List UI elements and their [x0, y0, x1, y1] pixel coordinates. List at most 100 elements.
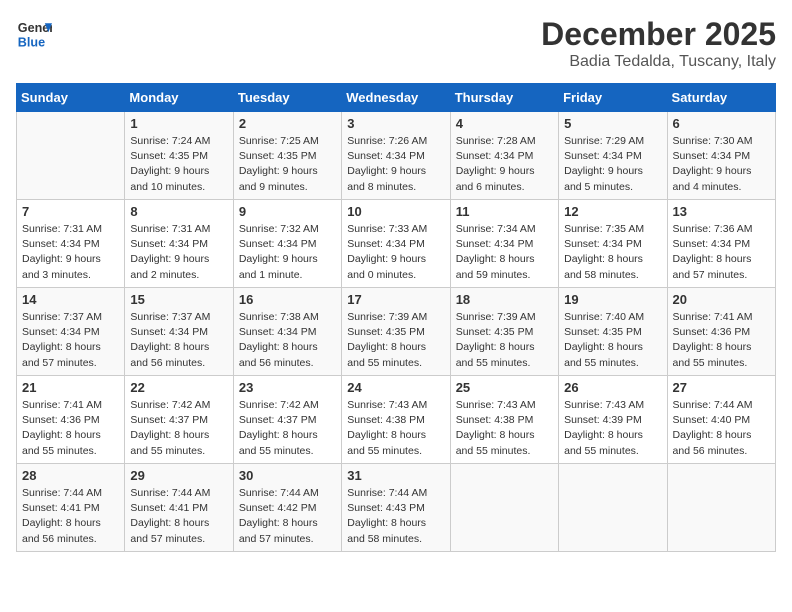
calendar-week-row: 1 Sunrise: 7:24 AM Sunset: 4:35 PM Daylig…	[17, 112, 776, 200]
calendar-cell: 4Sunrise: 7:28 AM Sunset: 4:34 PM Daylig…	[450, 112, 558, 200]
day-number: 21	[22, 380, 119, 395]
cell-info: Sunrise: 7:42 AM Sunset: 4:37 PM Dayligh…	[239, 398, 336, 459]
weekday-header: Wednesday	[342, 84, 450, 112]
calendar-cell	[667, 464, 775, 552]
calendar-cell: 10 Sunrise: 7:33 AM Sunset: 4:34 PM Dayli…	[342, 200, 450, 288]
calendar-body: 1 Sunrise: 7:24 AM Sunset: 4:35 PM Daylig…	[17, 112, 776, 552]
calendar-week-row: 28 Sunrise: 7:44 AM Sunset: 4:41 PM Dayli…	[17, 464, 776, 552]
calendar-cell: 16 Sunrise: 7:38 AM Sunset: 4:34 PM Dayli…	[233, 288, 341, 376]
cell-info: Sunrise: 7:44 AM Sunset: 4:40 PM Dayligh…	[673, 398, 770, 459]
day-number: 11	[456, 204, 553, 219]
day-number: 19	[564, 292, 661, 307]
calendar-cell: 8 Sunrise: 7:31 AM Sunset: 4:34 PM Daylig…	[125, 200, 233, 288]
calendar-cell: 30 Sunrise: 7:44 AM Sunset: 4:42 PM Dayli…	[233, 464, 341, 552]
day-number: 28	[22, 468, 119, 483]
cell-info: Sunrise: 7:31 AM Sunset: 4:34 PM Dayligh…	[22, 222, 119, 283]
cell-info: Sunrise: 7:43 AM Sunset: 4:39 PM Dayligh…	[564, 398, 661, 459]
cell-info: Sunrise: 7:35 AM Sunset: 4:34 PM Dayligh…	[564, 222, 661, 283]
day-number: 29	[130, 468, 227, 483]
weekday-header: Friday	[559, 84, 667, 112]
cell-info: Sunrise: 7:36 AM Sunset: 4:34 PM Dayligh…	[673, 222, 770, 283]
cell-info: Sunrise: 7:44 AM Sunset: 4:41 PM Dayligh…	[22, 486, 119, 547]
calendar-cell: 2 Sunrise: 7:25 AM Sunset: 4:35 PM Daylig…	[233, 112, 341, 200]
day-number: 18	[456, 292, 553, 307]
day-number: 20	[673, 292, 770, 307]
title-area: December 2025 Badia Tedalda, Tuscany, It…	[541, 16, 776, 71]
calendar-cell: 23Sunrise: 7:42 AM Sunset: 4:37 PM Dayli…	[233, 376, 341, 464]
calendar-title: December 2025	[541, 16, 776, 53]
cell-info: Sunrise: 7:44 AM Sunset: 4:43 PM Dayligh…	[347, 486, 444, 547]
calendar-cell: 1 Sunrise: 7:24 AM Sunset: 4:35 PM Daylig…	[125, 112, 233, 200]
cell-info: Sunrise: 7:44 AM Sunset: 4:42 PM Dayligh…	[239, 486, 336, 547]
cell-info: Sunrise: 7:41 AM Sunset: 4:36 PM Dayligh…	[673, 310, 770, 371]
calendar-cell: 6 Sunrise: 7:30 AM Sunset: 4:34 PM Daylig…	[667, 112, 775, 200]
cell-info: Sunrise: 7:44 AM Sunset: 4:41 PM Dayligh…	[130, 486, 227, 547]
weekday-header: Tuesday	[233, 84, 341, 112]
svg-text:Blue: Blue	[18, 36, 45, 50]
cell-info: Sunrise: 7:39 AM Sunset: 4:35 PM Dayligh…	[456, 310, 553, 371]
cell-info: Sunrise: 7:39 AM Sunset: 4:35 PM Dayligh…	[347, 310, 444, 371]
calendar-cell: 13 Sunrise: 7:36 AM Sunset: 4:34 PM Dayli…	[667, 200, 775, 288]
day-number: 30	[239, 468, 336, 483]
cell-info: Sunrise: 7:32 AM Sunset: 4:34 PM Dayligh…	[239, 222, 336, 283]
cell-info: Sunrise: 7:43 AM Sunset: 4:38 PM Dayligh…	[456, 398, 553, 459]
cell-info: Sunrise: 7:38 AM Sunset: 4:34 PM Dayligh…	[239, 310, 336, 371]
weekday-header: Monday	[125, 84, 233, 112]
calendar-cell: 21Sunrise: 7:41 AM Sunset: 4:36 PM Dayli…	[17, 376, 125, 464]
day-number: 26	[564, 380, 661, 395]
calendar-week-row: 7 Sunrise: 7:31 AM Sunset: 4:34 PM Daylig…	[17, 200, 776, 288]
calendar-cell: 19 Sunrise: 7:40 AM Sunset: 4:35 PM Dayli…	[559, 288, 667, 376]
calendar-cell: 5 Sunrise: 7:29 AM Sunset: 4:34 PM Daylig…	[559, 112, 667, 200]
day-number: 14	[22, 292, 119, 307]
day-number: 7	[22, 204, 119, 219]
cell-info: Sunrise: 7:25 AM Sunset: 4:35 PM Dayligh…	[239, 134, 336, 195]
cell-info: Sunrise: 7:43 AM Sunset: 4:38 PM Dayligh…	[347, 398, 444, 459]
day-number: 15	[130, 292, 227, 307]
cell-info: Sunrise: 7:33 AM Sunset: 4:34 PM Dayligh…	[347, 222, 444, 283]
calendar-cell: 27Sunrise: 7:44 AM Sunset: 4:40 PM Dayli…	[667, 376, 775, 464]
cell-info: Sunrise: 7:30 AM Sunset: 4:34 PM Dayligh…	[673, 134, 770, 195]
calendar-cell: 14Sunrise: 7:37 AM Sunset: 4:34 PM Dayli…	[17, 288, 125, 376]
calendar-cell	[17, 112, 125, 200]
calendar-subtitle: Badia Tedalda, Tuscany, Italy	[541, 53, 776, 71]
calendar-cell: 17 Sunrise: 7:39 AM Sunset: 4:35 PM Dayli…	[342, 288, 450, 376]
day-number: 1	[130, 116, 227, 131]
day-number: 16	[239, 292, 336, 307]
calendar-header-row: SundayMondayTuesdayWednesdayThursdayFrid…	[17, 84, 776, 112]
day-number: 12	[564, 204, 661, 219]
cell-info: Sunrise: 7:31 AM Sunset: 4:34 PM Dayligh…	[130, 222, 227, 283]
day-number: 6	[673, 116, 770, 131]
cell-info: Sunrise: 7:42 AM Sunset: 4:37 PM Dayligh…	[130, 398, 227, 459]
calendar-cell: 3 Sunrise: 7:26 AM Sunset: 4:34 PM Daylig…	[342, 112, 450, 200]
cell-info: Sunrise: 7:26 AM Sunset: 4:34 PM Dayligh…	[347, 134, 444, 195]
weekday-header: Thursday	[450, 84, 558, 112]
cell-info: Sunrise: 7:37 AM Sunset: 4:34 PM Dayligh…	[130, 310, 227, 371]
cell-info: Sunrise: 7:24 AM Sunset: 4:35 PM Dayligh…	[130, 134, 227, 195]
cell-info: Sunrise: 7:34 AM Sunset: 4:34 PM Dayligh…	[456, 222, 553, 283]
cell-info: Sunrise: 7:40 AM Sunset: 4:35 PM Dayligh…	[564, 310, 661, 371]
logo-icon: General Blue	[16, 16, 52, 52]
weekday-header: Sunday	[17, 84, 125, 112]
calendar-cell: 12 Sunrise: 7:35 AM Sunset: 4:34 PM Dayli…	[559, 200, 667, 288]
day-number: 5	[564, 116, 661, 131]
calendar-cell	[450, 464, 558, 552]
day-number: 24	[347, 380, 444, 395]
day-number: 9	[239, 204, 336, 219]
weekday-header: Saturday	[667, 84, 775, 112]
day-number: 17	[347, 292, 444, 307]
calendar-table: SundayMondayTuesdayWednesdayThursdayFrid…	[16, 83, 776, 552]
calendar-cell: 7 Sunrise: 7:31 AM Sunset: 4:34 PM Daylig…	[17, 200, 125, 288]
day-number: 25	[456, 380, 553, 395]
calendar-cell: 25 Sunrise: 7:43 AM Sunset: 4:38 PM Dayli…	[450, 376, 558, 464]
cell-info: Sunrise: 7:29 AM Sunset: 4:34 PM Dayligh…	[564, 134, 661, 195]
day-number: 8	[130, 204, 227, 219]
calendar-cell: 31Sunrise: 7:44 AM Sunset: 4:43 PM Dayli…	[342, 464, 450, 552]
calendar-cell: 9 Sunrise: 7:32 AM Sunset: 4:34 PM Daylig…	[233, 200, 341, 288]
calendar-cell: 26 Sunrise: 7:43 AM Sunset: 4:39 PM Dayli…	[559, 376, 667, 464]
day-number: 3	[347, 116, 444, 131]
day-number: 2	[239, 116, 336, 131]
calendar-cell: 20 Sunrise: 7:41 AM Sunset: 4:36 PM Dayli…	[667, 288, 775, 376]
day-number: 10	[347, 204, 444, 219]
calendar-cell: 15 Sunrise: 7:37 AM Sunset: 4:34 PM Dayli…	[125, 288, 233, 376]
day-number: 13	[673, 204, 770, 219]
